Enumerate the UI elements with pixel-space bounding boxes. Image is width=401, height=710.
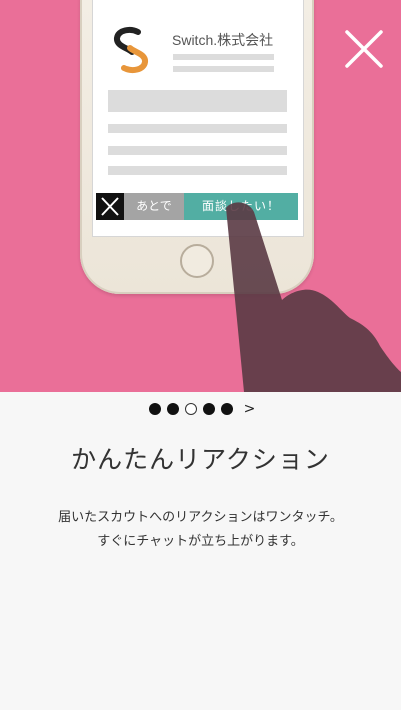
page-indicator: > (0, 398, 401, 420)
page-description: 届いたスカウトへのリアクションはワンタッチ。 すぐにチャットが立ち上がります。 (0, 506, 401, 554)
phone-home-button (180, 244, 214, 278)
description-line: 届いたスカウトへのリアクションはワンタッチ。 (58, 510, 343, 525)
description-line: すぐにチャットが立ち上がります。 (97, 534, 304, 549)
x-icon (101, 197, 119, 216)
next-page-button[interactable]: > (244, 402, 256, 416)
interview-request-button: 面談したい！ (184, 193, 298, 220)
page-dot[interactable] (148, 403, 161, 415)
close-icon[interactable] (343, 28, 385, 70)
later-button: あとで (124, 193, 184, 220)
page-title: かんたんリアクション (71, 445, 330, 474)
switch-logo-icon (114, 27, 148, 73)
hero-illustration: Switch.株式会社 あとで 面談したい！ (0, 0, 401, 392)
page-dot[interactable] (202, 403, 215, 415)
page-dot[interactable] (166, 403, 179, 415)
page-dot-current[interactable] (184, 403, 197, 415)
placeholder-line (173, 66, 274, 72)
placeholder-line (108, 124, 287, 133)
scout-action-bar: あとで 面談したい！ (96, 193, 298, 220)
reject-button (96, 193, 124, 220)
company-name: Switch.株式会社 (172, 32, 274, 48)
onboarding-screen: Switch.株式会社 あとで 面談したい！ > かんたんリアクション 届いたス… (0, 0, 401, 710)
page-dot[interactable] (220, 403, 233, 415)
placeholder-line (108, 146, 287, 155)
placeholder-line (173, 54, 274, 60)
placeholder-line (108, 166, 287, 175)
placeholder-block (108, 90, 287, 112)
